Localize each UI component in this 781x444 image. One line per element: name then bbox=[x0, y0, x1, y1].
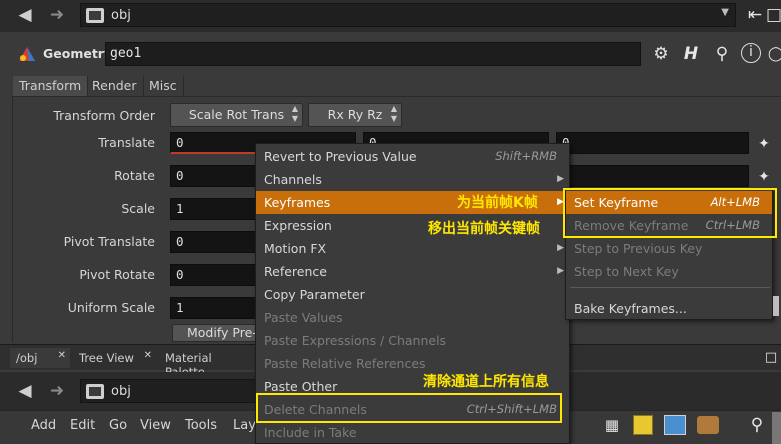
uniform-scale-label: Uniform Scale bbox=[67, 300, 155, 315]
translate-label: Translate bbox=[98, 135, 155, 150]
menu-item-label: Paste Values bbox=[264, 310, 343, 325]
rotate-label: Rotate bbox=[114, 168, 155, 183]
folder-icon bbox=[86, 8, 104, 23]
submenu-scrollbar[interactable] bbox=[773, 296, 779, 316]
settings-icon[interactable]: ◯ bbox=[768, 43, 781, 65]
pane-tab-tree-view-label: Tree View bbox=[79, 351, 134, 365]
image-icon[interactable] bbox=[664, 415, 686, 435]
pivot-translate-label: Pivot Translate bbox=[63, 234, 155, 249]
pane-tab-obj-label: /obj bbox=[16, 351, 38, 365]
menu-item-shortcut: Shift+RMB bbox=[495, 149, 557, 163]
search-icon[interactable]: ⚲ bbox=[746, 414, 768, 436]
rotation-order-value: Rx Ry Rz bbox=[327, 107, 383, 122]
menu-item-label: Step to Previous Key bbox=[574, 241, 703, 256]
geometry-type-label: Geometry bbox=[43, 46, 113, 61]
menu-item-label: Paste Other bbox=[264, 379, 338, 394]
spin-arrows-icon: ▲ ▼ bbox=[291, 104, 298, 123]
menu-item-label: Motion FX bbox=[264, 241, 327, 256]
handle-icon[interactable]: ✦ bbox=[753, 166, 775, 188]
menu-item-label: Paste Relative References bbox=[264, 356, 426, 371]
geometry-node-icon bbox=[17, 45, 37, 63]
transform-order-value: Scale Rot Trans bbox=[188, 107, 285, 122]
back-arrow-icon[interactable]: ◀ bbox=[12, 5, 38, 25]
menu-item-revert[interactable]: Revert to Previous Value Shift+RMB bbox=[256, 145, 569, 168]
submenu-arrow-icon: ▶ bbox=[557, 266, 564, 276]
spin-arrows-icon: ▲ ▼ bbox=[390, 104, 397, 123]
network-box-icon[interactable]: ▦ bbox=[601, 414, 623, 436]
menu-item-reference[interactable]: Reference ▶ bbox=[256, 260, 569, 283]
info-icon[interactable]: i bbox=[741, 43, 761, 63]
menu-item-label: Channels bbox=[264, 172, 322, 187]
bottom-path-text: obj bbox=[111, 384, 131, 399]
menu-edit[interactable]: Edit bbox=[70, 418, 95, 433]
tab-misc[interactable]: Misc bbox=[143, 76, 184, 96]
rotate-z-field[interactable] bbox=[556, 165, 749, 187]
menu-item-channels[interactable]: Channels ▶ bbox=[256, 168, 569, 191]
translate-z-field[interactable]: 0 bbox=[556, 132, 749, 154]
highlight-box-submenu bbox=[563, 188, 777, 238]
back-arrow-icon[interactable]: ◀ bbox=[12, 381, 38, 401]
menu-item-label: Include in Take bbox=[264, 425, 357, 440]
maximize-icon[interactable]: □ bbox=[762, 347, 780, 369]
menu-item-label: Expression bbox=[264, 218, 332, 233]
dock-icon[interactable]: □ bbox=[766, 4, 781, 26]
pivot-rotate-label: Pivot Rotate bbox=[79, 267, 155, 282]
menu-layout[interactable]: Lay bbox=[233, 418, 256, 433]
menu-item-label: Bake Keyframes... bbox=[574, 301, 687, 316]
annotation-remove-keyframe: 移出当前帧关键帧 bbox=[428, 221, 540, 237]
close-icon[interactable]: ✕ bbox=[58, 350, 66, 361]
menu-view[interactable]: View bbox=[140, 418, 171, 433]
transform-order-label: Transform Order bbox=[53, 108, 155, 123]
sticky-note-icon[interactable] bbox=[633, 415, 653, 435]
annotation-set-keyframe: 为当前帧K帧 bbox=[457, 195, 538, 211]
menu-tools[interactable]: Tools bbox=[185, 418, 217, 433]
menu-item-motion-fx[interactable]: Motion FX ▶ bbox=[256, 237, 569, 260]
material-icon[interactable] bbox=[697, 416, 719, 434]
menu-item-label: Reference bbox=[264, 264, 327, 279]
node-name-field[interactable]: geo1 bbox=[105, 42, 641, 66]
menu-item-step-next-key[interactable]: Step to Next Key bbox=[566, 260, 772, 283]
forward-arrow-icon[interactable]: ➜ bbox=[44, 5, 70, 25]
menu-item-paste-expressions[interactable]: Paste Expressions / Channels bbox=[256, 329, 569, 352]
menu-add[interactable]: Add bbox=[31, 418, 56, 433]
help-icon[interactable]: H bbox=[680, 43, 702, 65]
menu-separator bbox=[570, 287, 770, 288]
rotation-order-dropdown[interactable]: Rx Ry Rz ▲ ▼ bbox=[308, 103, 402, 127]
menu-item-label: Step to Next Key bbox=[574, 264, 679, 279]
modify-pre-transform-button[interactable]: Modify Pre-T bbox=[172, 324, 262, 342]
network-path-text: obj bbox=[111, 8, 131, 23]
submenu-arrow-icon: ▶ bbox=[557, 243, 564, 253]
menu-item-label: Copy Parameter bbox=[264, 287, 365, 302]
scale-label: Scale bbox=[121, 201, 155, 216]
menu-item-bake-keyframes[interactable]: Bake Keyframes... bbox=[566, 297, 772, 320]
menu-item-step-previous-key[interactable]: Step to Previous Key bbox=[566, 237, 772, 260]
menu-item-paste-values[interactable]: Paste Values bbox=[256, 306, 569, 329]
tab-transform[interactable]: Transform bbox=[13, 76, 89, 96]
handle-icon[interactable]: ✦ bbox=[753, 133, 775, 155]
pane-tab-tree-view[interactable]: Tree View ✕ bbox=[74, 348, 156, 368]
node-name-text: geo1 bbox=[110, 46, 142, 61]
menu-item-include-in-take[interactable]: Include in Take bbox=[256, 421, 569, 444]
annotation-delete-channels: 清除通道上所有信息 bbox=[423, 374, 549, 390]
network-path-field[interactable]: obj ▼ bbox=[80, 3, 736, 27]
close-icon[interactable]: ✕ bbox=[144, 350, 152, 361]
pane-tab-material-palette[interactable]: Material Palette bbox=[160, 348, 250, 379]
menu-item-label: Keyframes bbox=[264, 195, 331, 210]
menu-item-label: Revert to Previous Value bbox=[264, 149, 417, 164]
pin-icon[interactable]: ⇤ bbox=[744, 4, 766, 26]
transform-order-dropdown[interactable]: Scale Rot Trans ▲ ▼ bbox=[170, 103, 303, 127]
pane-tab-obj[interactable]: /obj ✕ bbox=[10, 348, 70, 368]
search-icon[interactable]: ⚲ bbox=[711, 43, 733, 65]
folder-icon bbox=[86, 384, 104, 399]
chevron-down-icon[interactable]: ▼ bbox=[721, 7, 729, 18]
scroll-thumb[interactable] bbox=[772, 412, 781, 444]
tab-render[interactable]: Render bbox=[86, 76, 144, 96]
forward-arrow-icon[interactable]: ➜ bbox=[44, 381, 70, 401]
gear-icon[interactable]: ⚙ bbox=[650, 43, 672, 65]
bottom-path-field[interactable]: obj bbox=[80, 379, 260, 403]
highlight-box-delete-channels bbox=[256, 393, 562, 423]
menu-item-label: Paste Expressions / Channels bbox=[264, 333, 447, 348]
menu-item-copy-parameter[interactable]: Copy Parameter bbox=[256, 283, 569, 306]
menu-go[interactable]: Go bbox=[109, 418, 127, 433]
